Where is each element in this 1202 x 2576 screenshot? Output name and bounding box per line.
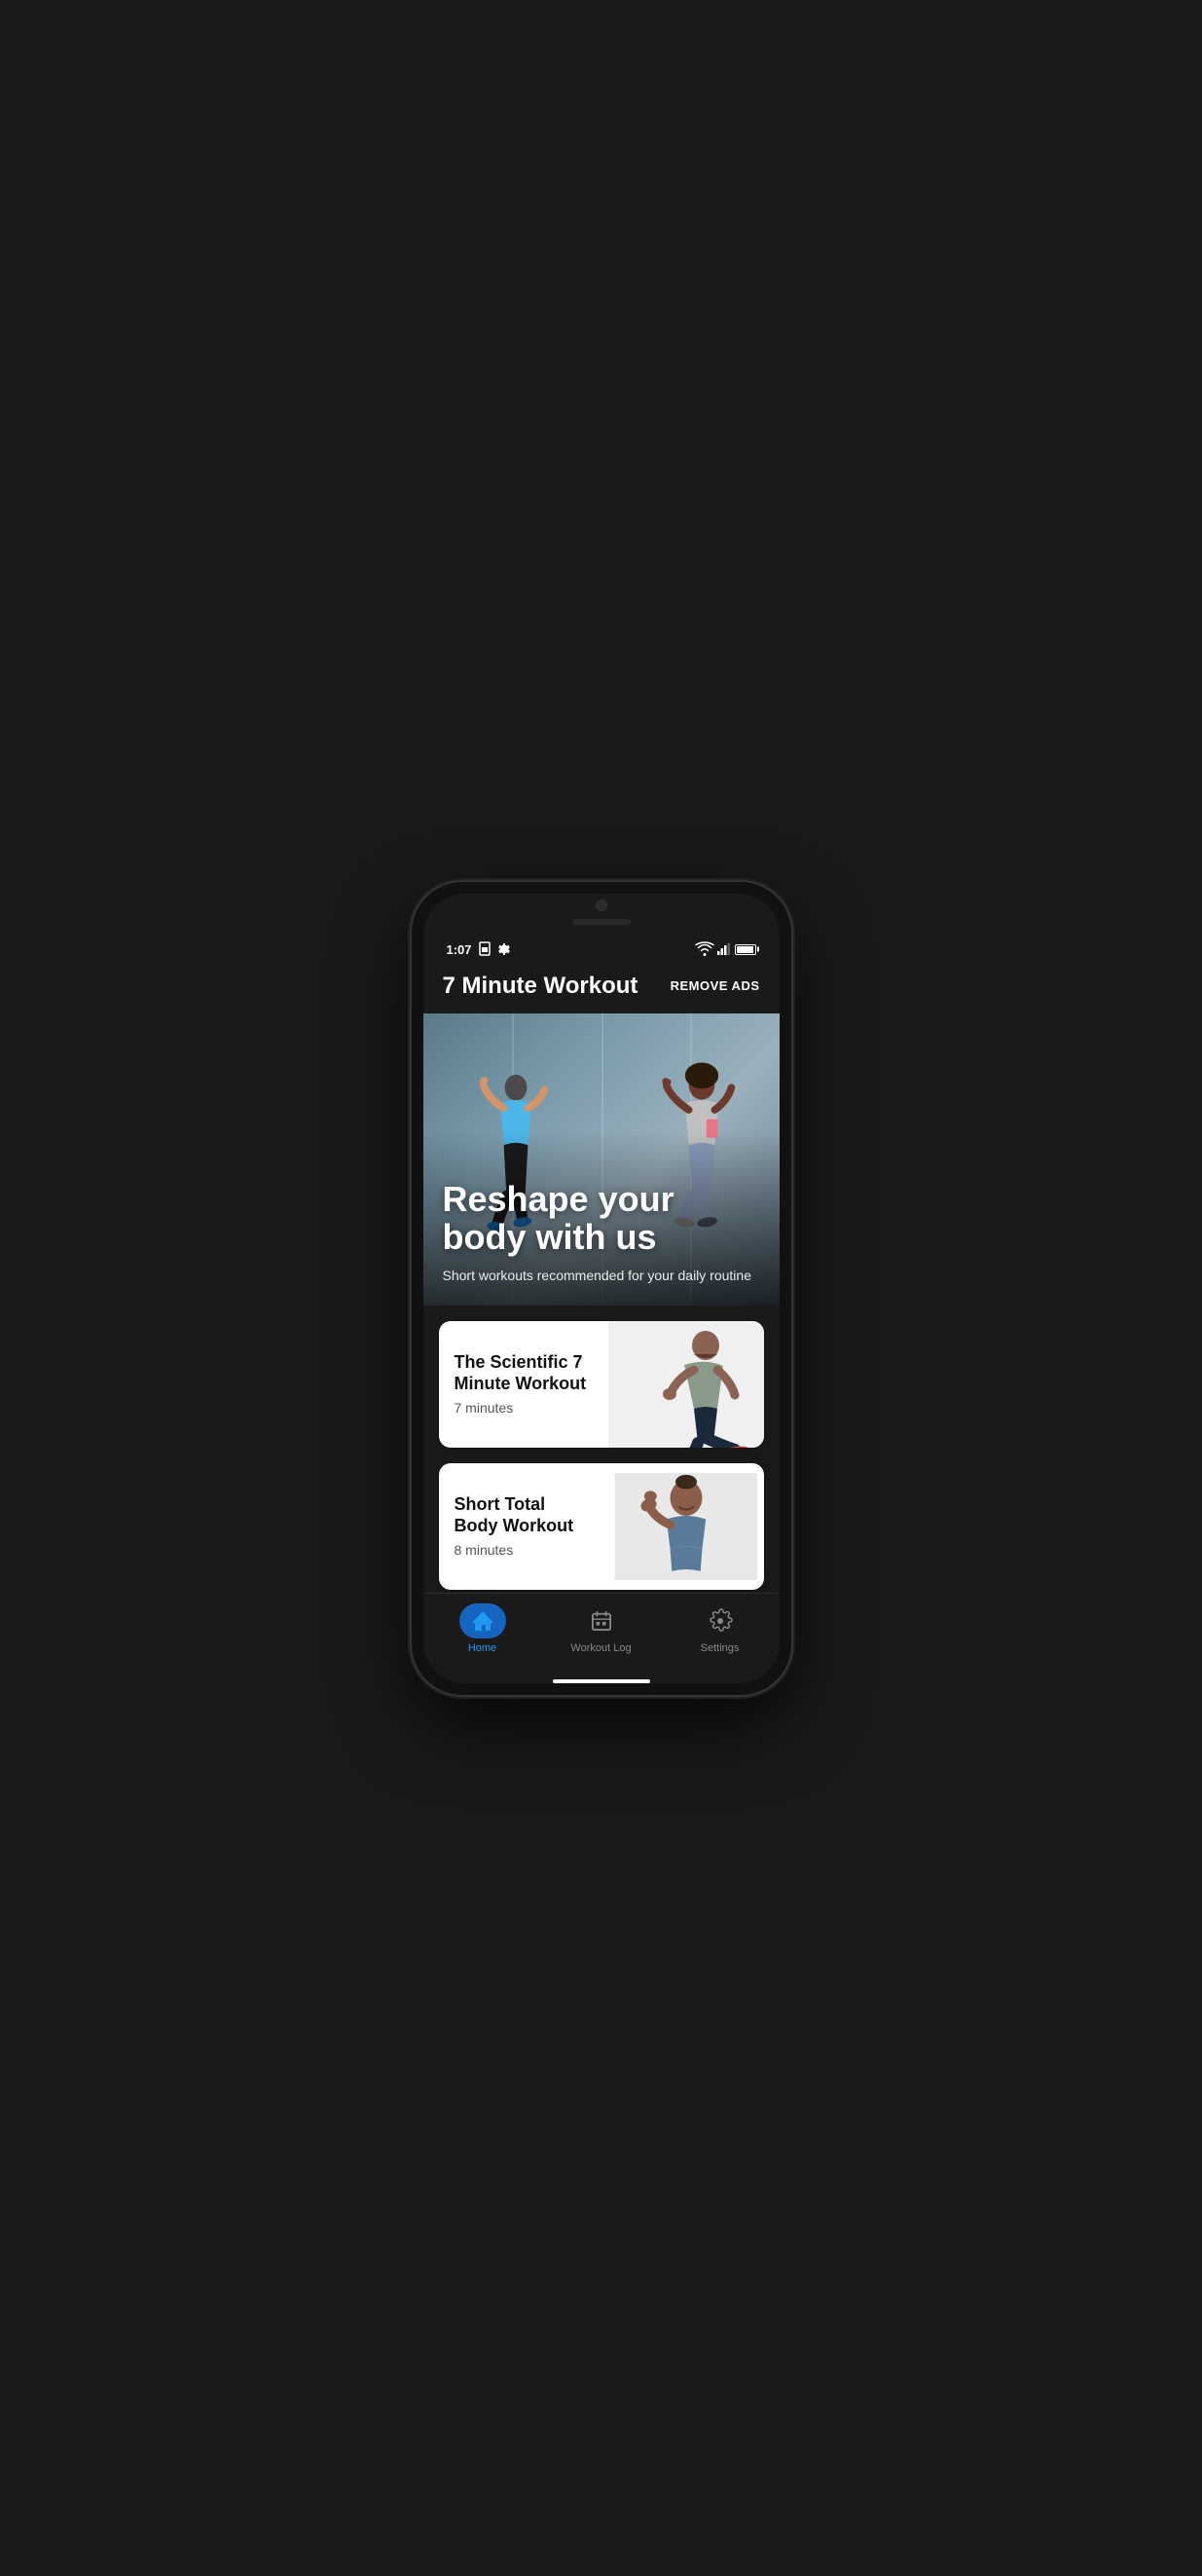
scroll-content[interactable]: Reshape your body with us Short workouts… (423, 1013, 780, 1593)
status-left: 1:07 (447, 942, 511, 957)
time-display: 1:07 (447, 942, 472, 957)
home-nav-label: Home (468, 1642, 496, 1654)
hero-text: Reshape your body with us Short workouts… (443, 1180, 760, 1286)
card-2-title: Short Total Body Workout (455, 1494, 593, 1536)
status-right (696, 942, 756, 956)
hero-banner: Reshape your body with us Short workouts… (423, 1013, 780, 1306)
settings-nav-label: Settings (701, 1642, 740, 1654)
workout-card-2[interactable]: Short Total Body Workout 8 minutes (439, 1463, 764, 1590)
phone-frame: 1:07 (412, 882, 791, 1695)
card-1-image (608, 1321, 764, 1448)
card-2-duration: 8 minutes (455, 1542, 593, 1558)
gear-icon (497, 942, 511, 956)
flexing-woman-svg (608, 1473, 764, 1580)
nav-item-home[interactable]: Home (423, 1603, 542, 1654)
cards-section: The Scientific 7 Minute Workout 7 minute… (423, 1306, 780, 1593)
card-1-duration: 7 minutes (455, 1400, 593, 1416)
hero-subtitle: Short workouts recommended for your dail… (443, 1267, 760, 1286)
phone-screen: 1:07 (423, 894, 780, 1683)
camera (596, 900, 607, 911)
nav-item-workout-log[interactable]: Workout Log (542, 1603, 661, 1654)
signal-icon (717, 943, 731, 955)
wifi-icon (696, 942, 713, 956)
battery-icon (735, 944, 756, 955)
workout-log-nav-icon-wrap (578, 1603, 625, 1638)
sim-icon (478, 942, 492, 956)
card-1-text: The Scientific 7 Minute Workout 7 minute… (439, 1333, 608, 1435)
remove-ads-button[interactable]: REMOVE ADS (671, 978, 760, 993)
runner-svg (608, 1321, 764, 1448)
nav-item-settings[interactable]: Settings (661, 1603, 780, 1654)
home-nav-icon-wrap (459, 1603, 506, 1638)
speaker (572, 919, 631, 925)
card-2-text: Short Total Body Workout 8 minutes (439, 1475, 608, 1577)
card-2-image (608, 1473, 764, 1580)
home-indicator (553, 1679, 650, 1683)
workout-card-1[interactable]: The Scientific 7 Minute Workout 7 minute… (439, 1321, 764, 1448)
settings-nav-icon-wrap (697, 1603, 744, 1638)
settings-icon (710, 1610, 731, 1632)
app-header: 7 Minute Workout REMOVE ADS (423, 965, 780, 1013)
calendar-icon (591, 1611, 612, 1631)
app-title: 7 Minute Workout (443, 973, 638, 1000)
bottom-nav: Home Workout Log (423, 1593, 780, 1674)
card-1-title: The Scientific 7 Minute Workout (455, 1352, 593, 1394)
hero-title: Reshape your body with us (443, 1180, 760, 1257)
workout-log-nav-label: Workout Log (570, 1642, 631, 1654)
home-icon (472, 1611, 493, 1631)
